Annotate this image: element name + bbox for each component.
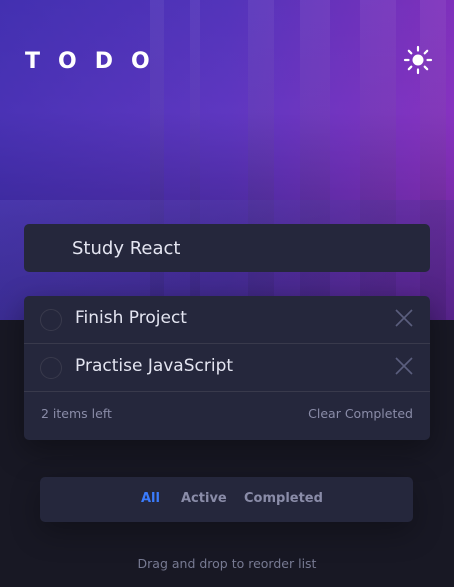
todo-list: Finish Project Practise JavaScript 2 ite… [24,296,430,440]
header-background-image [0,0,454,320]
todo-label: Practise JavaScript [75,356,234,376]
close-icon [395,309,413,327]
delete-todo-button[interactable] [395,309,413,327]
items-left-count: 2 items left [41,406,112,421]
todo-checkbox[interactable] [40,357,62,379]
todo-checkbox[interactable] [40,309,62,331]
filter-all[interactable]: All [141,491,160,506]
todo-item[interactable]: Finish Project [24,296,430,344]
new-todo-input[interactable] [72,224,412,272]
theme-toggle-button[interactable] [403,45,433,75]
close-icon [395,357,413,375]
filter-active[interactable]: Active [181,491,227,506]
todo-item[interactable]: Practise JavaScript [24,344,430,392]
app-logo: TODO [25,49,168,74]
reorder-hint: Drag and drop to reorder list [137,556,317,571]
sun-icon [403,45,433,75]
list-footer: 2 items left Clear Completed [24,392,430,440]
filter-completed[interactable]: Completed [244,491,323,506]
delete-todo-button[interactable] [395,357,413,375]
clear-completed-button[interactable]: Clear Completed [308,406,413,421]
filter-bar: All Active Completed [40,477,413,522]
new-todo-card [24,224,430,272]
todo-label: Finish Project [75,308,187,328]
